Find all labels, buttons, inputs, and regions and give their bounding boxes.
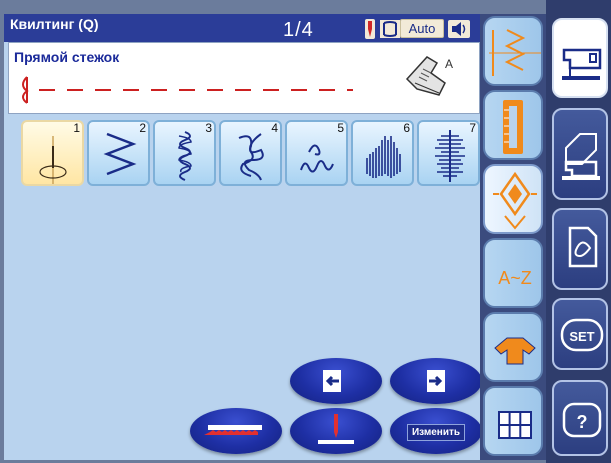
memory-button[interactable] [552, 208, 608, 290]
foot-letter: A [445, 57, 454, 71]
pattern-button-2[interactable]: 2 [87, 120, 150, 186]
auto-tension-label[interactable]: Auto [400, 19, 444, 38]
mode-title-text: Квилтинг (Q) [10, 16, 99, 32]
alphabet-icon: A~Z [498, 268, 532, 288]
decorative-stitch-icon [493, 171, 537, 230]
tab-alphabet[interactable]: A~Z [483, 238, 543, 308]
feed-dog-button[interactable] [190, 408, 282, 454]
edit-button[interactable]: Изменить [390, 408, 482, 454]
mode-title: Квилтинг (Q) [6, 15, 172, 41]
prev-page-button[interactable] [290, 358, 382, 404]
pattern-number: 7 [469, 121, 476, 135]
pattern-number: 3 [205, 121, 212, 135]
feed-dog-icon [204, 425, 262, 435]
sewing-mode-button[interactable] [552, 18, 608, 98]
embroidery-machine-icon [562, 133, 600, 180]
needle-icon [318, 414, 354, 444]
pattern-number: 4 [271, 121, 278, 135]
stitch-preview [22, 76, 353, 104]
arrow-right-icon [427, 370, 445, 392]
next-page-button[interactable] [390, 358, 482, 404]
pattern-number: 1 [73, 121, 80, 135]
machine-screen: Квилтинг (Q) 1/4 Auto Прямой стежок A 1 … [0, 0, 611, 463]
utility-stitch-icon [489, 29, 541, 76]
alphabet-tab-label: A~Z [498, 268, 532, 288]
memory-file-icon [568, 226, 598, 268]
pattern-button-4[interactable]: 4 [219, 120, 282, 186]
tab-buttonholes[interactable] [483, 90, 543, 160]
pattern-button-6[interactable]: 6 [351, 120, 414, 186]
pattern-button-7[interactable]: 7 [417, 120, 480, 186]
settings-button[interactable]: SET [552, 298, 608, 370]
quilt-grid-icon [498, 411, 532, 439]
pattern-number: 2 [139, 121, 146, 135]
pattern-number: 6 [403, 121, 410, 135]
pattern-button-1[interactable]: 1 [21, 120, 84, 186]
help-button[interactable]: ? [552, 380, 608, 456]
help-button-label: ? [577, 412, 588, 432]
stitch-name: Прямой стежок [14, 49, 120, 65]
needle-up-down-button[interactable] [290, 408, 382, 454]
pattern-button-5[interactable]: 5 [285, 120, 348, 186]
embroidery-mode-button[interactable] [552, 108, 608, 200]
tab-utility-stitches[interactable] [483, 16, 543, 86]
speaker-icon[interactable] [448, 20, 470, 38]
edit-button-label: Изменить [406, 424, 466, 441]
arrow-left-icon [323, 370, 341, 392]
tab-applique[interactable] [483, 312, 543, 382]
pattern-button-3[interactable]: 3 [153, 120, 216, 186]
stitch-info-panel: Прямой стежок A [8, 42, 480, 114]
tab-decorative-stitches[interactable] [483, 164, 543, 234]
pattern-number: 5 [337, 121, 344, 135]
status-bar: Auto [364, 18, 480, 40]
needle-position-icon [365, 19, 375, 39]
settings-button-label: SET [569, 329, 594, 344]
buttonhole-icon [503, 100, 523, 154]
page-indicator: 1/4 [283, 19, 314, 41]
tab-quilt[interactable] [483, 386, 543, 456]
help-icon: ? [562, 402, 602, 438]
sewing-machine-icon [562, 48, 602, 80]
set-icon: SET [560, 318, 604, 352]
applique-garment-icon [494, 337, 536, 365]
presser-foot-icon [380, 20, 400, 38]
